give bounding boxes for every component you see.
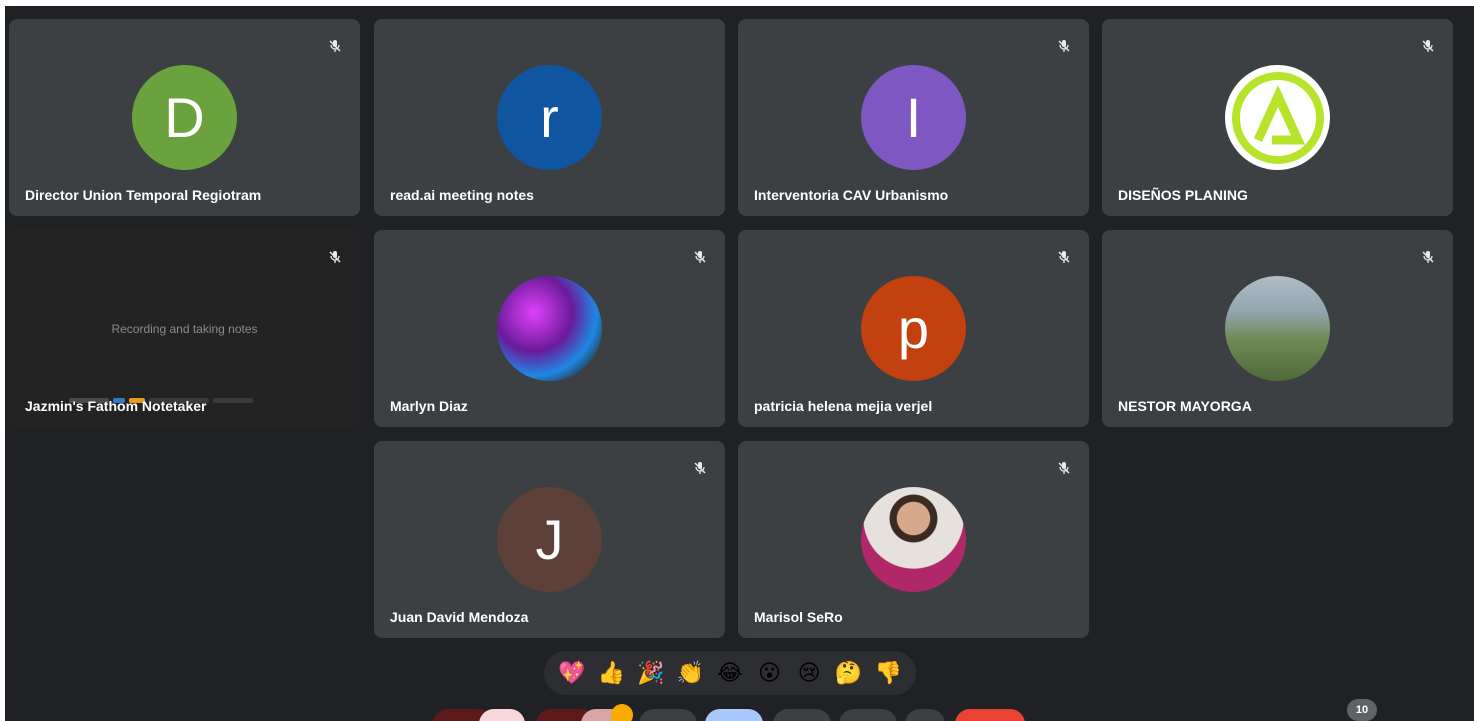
- participant-name: Jazmin's Fathom Notetaker: [25, 398, 207, 414]
- warning-icon: [611, 704, 633, 721]
- reactions-button[interactable]: [705, 709, 763, 721]
- mic-off-icon: [1417, 246, 1439, 268]
- mic-off-icon: [324, 246, 346, 268]
- participant-tile[interactable]: J Juan David Mendoza: [374, 441, 725, 638]
- leave-call-button[interactable]: [955, 709, 1025, 721]
- photo-avatar: [1225, 276, 1330, 381]
- mic-off-icon: [1053, 246, 1075, 268]
- participant-name: NESTOR MAYORGA: [1118, 398, 1252, 414]
- avatar: I: [861, 65, 966, 170]
- avatar: p: [861, 276, 966, 381]
- photo-avatar: [497, 276, 602, 381]
- mic-off-icon: [1053, 35, 1075, 57]
- more-options-button[interactable]: [905, 709, 945, 721]
- participant-tile[interactable]: DISEÑOS PLANING: [1102, 19, 1453, 216]
- participant-name: DISEÑOS PLANING: [1118, 187, 1248, 203]
- reaction-heart[interactable]: 💖: [558, 659, 586, 687]
- reaction-thumbs-down[interactable]: 👎: [874, 659, 902, 687]
- participant-name: Juan David Mendoza: [390, 609, 529, 625]
- mic-off-icon: [689, 246, 711, 268]
- participant-count-badge: 10: [1347, 699, 1377, 721]
- participant-name: read.ai meeting notes: [390, 187, 534, 203]
- reactions-bar: 💖 👍 🎉 👏 😂 😮 😢 🤔 👎: [544, 651, 916, 695]
- mic-off-icon: [1417, 35, 1439, 57]
- reaction-surprised[interactable]: 😮: [756, 659, 784, 687]
- mic-off-icon: [324, 35, 346, 57]
- participant-tile[interactable]: p patricia helena mejia verjel: [738, 230, 1089, 427]
- reaction-sad[interactable]: 😢: [795, 659, 823, 687]
- present-button[interactable]: [773, 709, 831, 721]
- participant-tile[interactable]: D Director Union Temporal Regiotram: [9, 19, 360, 216]
- avatar: D: [132, 65, 237, 170]
- participant-tile[interactable]: Marisol SeRo: [738, 441, 1089, 638]
- participant-name: Director Union Temporal Regiotram: [25, 187, 262, 203]
- participant-name: Marisol SeRo: [754, 609, 843, 625]
- mic-off-icon: [1053, 457, 1075, 479]
- participant-name: Marlyn Diaz: [390, 398, 468, 414]
- avatar: r: [497, 65, 602, 170]
- mic-toggle-button[interactable]: [479, 709, 525, 721]
- captions-button[interactable]: [639, 709, 697, 721]
- photo-avatar: [861, 487, 966, 592]
- avatar: J: [497, 487, 602, 592]
- reaction-party[interactable]: 🎉: [637, 659, 665, 687]
- participant-name: patricia helena mejia verjel: [754, 398, 933, 414]
- recording-status: Recording and taking notes: [111, 322, 258, 336]
- participant-tile[interactable]: Marlyn Diaz: [374, 230, 725, 427]
- reaction-laugh[interactable]: 😂: [716, 659, 744, 687]
- participant-tile[interactable]: r read.ai meeting notes: [374, 19, 725, 216]
- logo-avatar: [1225, 65, 1330, 170]
- participant-tile[interactable]: NESTOR MAYORGA: [1102, 230, 1453, 427]
- participant-tile[interactable]: I Interventoria CAV Urbanismo: [738, 19, 1089, 216]
- participant-name: Interventoria CAV Urbanismo: [754, 187, 949, 203]
- mic-off-icon: [689, 457, 711, 479]
- meeting-grid: D Director Union Temporal Regiotram r re…: [5, 6, 1474, 721]
- reaction-thinking[interactable]: 🤔: [835, 659, 863, 687]
- raise-hand-button[interactable]: [839, 709, 897, 721]
- reaction-thumbs-up[interactable]: 👍: [597, 659, 625, 687]
- reaction-clap[interactable]: 👏: [676, 659, 704, 687]
- participant-tile-notetaker[interactable]: Recording and taking notes Jazmin's Fath…: [9, 230, 360, 427]
